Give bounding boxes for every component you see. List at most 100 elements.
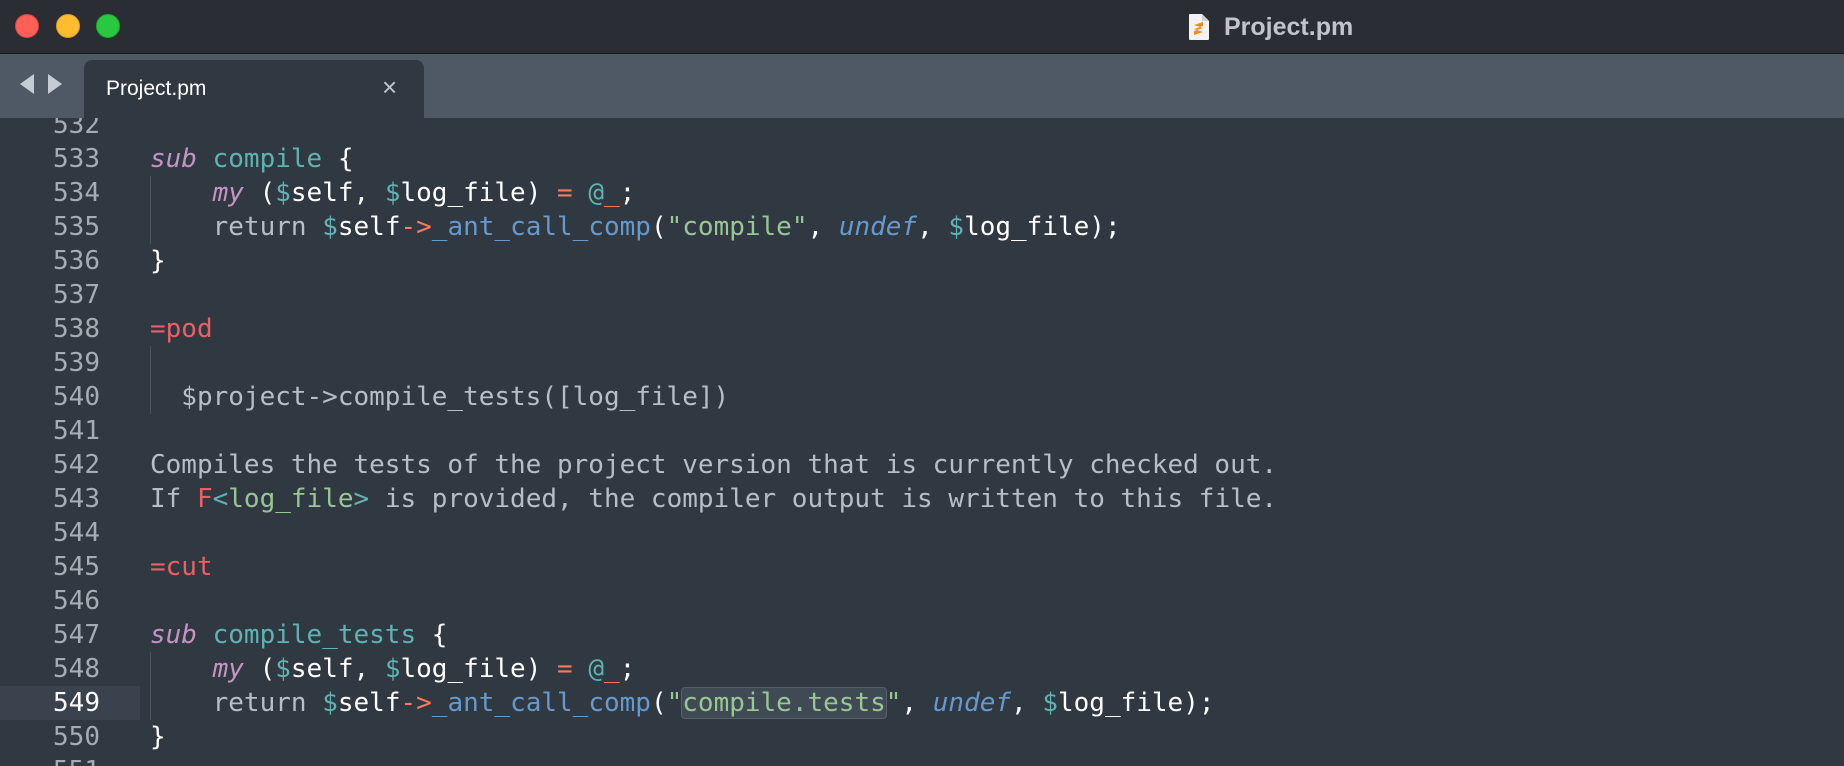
line-number: 542 — [53, 450, 100, 480]
close-window-button[interactable] — [15, 14, 39, 38]
close-tab-icon[interactable]: × — [382, 74, 397, 100]
code-line[interactable]: 547 sub compile_tests { — [0, 618, 1844, 652]
code-text: return $self->_ant_call_comp("compile", … — [150, 210, 1121, 244]
code-token: log_file) — [400, 178, 558, 208]
code-token: compile — [212, 144, 323, 174]
code-line[interactable]: 544 — [0, 516, 1844, 550]
code-line[interactable]: 541 — [0, 414, 1844, 448]
code-line[interactable]: 549 return $self->_ant_call_comp("compil… — [0, 686, 1844, 720]
line-number: 549 — [53, 688, 100, 718]
code-line[interactable]: 540 $project->compile_tests([log_file]) — [0, 380, 1844, 414]
code-token: my — [212, 178, 244, 208]
code-text: my ($self, $log_file) = @_; — [150, 652, 636, 686]
code-token: ( — [243, 178, 276, 208]
code-token: > — [353, 484, 370, 514]
code-token: { — [416, 620, 448, 650]
code-token: compile_tests — [212, 620, 417, 650]
code-token: log_file) — [400, 654, 558, 684]
code-token: " — [885, 688, 902, 718]
minimize-window-button[interactable] — [56, 14, 80, 38]
line-number: 546 — [53, 586, 100, 616]
code-token: log_file); — [964, 212, 1121, 242]
code-token: = — [557, 654, 573, 684]
code-line[interactable]: 534 my ($self, $log_file) = @_; — [0, 176, 1844, 210]
code-line[interactable]: 537 — [0, 278, 1844, 312]
line-number: 545 — [53, 552, 100, 582]
title-bar: Project.pm — [0, 0, 1844, 54]
search-match-highlight: compile.tests — [681, 687, 887, 719]
code-token: ( — [243, 654, 276, 684]
tab-label: Project.pm — [106, 77, 207, 100]
code-token: ( — [650, 688, 667, 718]
code-token: self — [337, 212, 401, 242]
line-number: 550 — [53, 722, 100, 752]
code-token: F — [196, 484, 213, 514]
code-token: sub — [150, 144, 197, 174]
code-token: { — [322, 144, 354, 174]
window-title: Project.pm — [1188, 0, 1353, 54]
code-line[interactable]: 550} — [0, 720, 1844, 754]
tab-bar: Project.pm × — [0, 54, 1844, 118]
code-token: $ — [948, 212, 965, 242]
code-token: , — [917, 212, 949, 242]
code-token: undef — [932, 688, 1012, 718]
line-number: 532 — [53, 118, 100, 140]
code-token: " — [666, 688, 683, 718]
code-token: return — [212, 688, 307, 718]
back-arrow-icon[interactable] — [20, 74, 34, 94]
code-text: Compiles the tests of the project versio… — [150, 448, 1277, 482]
code-token: my — [212, 654, 244, 684]
code-token: ; — [619, 178, 636, 208]
line-number: 538 — [53, 314, 100, 344]
code-line[interactable]: 532 — [0, 118, 1844, 142]
code-token: } — [150, 722, 166, 752]
code-text: If F<log_file> is provided, the compiler… — [150, 482, 1277, 516]
line-number: 540 — [53, 382, 100, 412]
code-text: return $self->_ant_call_comp("compile.te… — [150, 686, 1215, 720]
code-token: @ — [588, 178, 604, 208]
code-token: log_file — [228, 484, 354, 514]
code-line[interactable]: 538 =pod — [0, 312, 1844, 346]
code-token: _ant_call_comp — [431, 212, 651, 242]
code-token: $ — [322, 688, 338, 718]
code-text: } — [150, 244, 166, 278]
code-line[interactable]: 542 Compiles the tests of the project ver… — [0, 448, 1844, 482]
forward-arrow-icon[interactable] — [48, 74, 62, 94]
code-line[interactable]: 551 — [0, 754, 1844, 766]
zoom-window-button[interactable] — [96, 14, 120, 38]
line-number: 535 — [53, 212, 100, 242]
code-token: < — [212, 484, 229, 514]
code-line[interactable]: 548 my ($self, $log_file) = @_; — [0, 652, 1844, 686]
line-number: 547 — [53, 620, 100, 650]
code-line[interactable]: 539 — [0, 346, 1844, 380]
line-number: 543 — [53, 484, 100, 514]
code-line[interactable]: 535 return $self->_ant_call_comp("compil… — [0, 210, 1844, 244]
code-token: return — [212, 212, 307, 242]
code-token: sub — [150, 620, 197, 650]
line-number: 551 — [0, 754, 100, 766]
code-token: $ — [275, 178, 291, 208]
tab-project-pm[interactable]: Project.pm × — [84, 60, 424, 118]
code-token: , — [807, 212, 839, 242]
code-line[interactable]: 543 If F<log_file> is provided, the compi… — [0, 482, 1844, 516]
code-token: $ — [384, 654, 401, 684]
code-text: sub compile_tests { — [150, 618, 447, 652]
code-token: _ — [604, 178, 620, 208]
code-token: $project->compile_tests([log_file]) — [150, 382, 730, 412]
code-line[interactable]: 545 =cut — [0, 550, 1844, 584]
line-number: 539 — [53, 348, 100, 378]
code-token: log_file); — [1057, 688, 1215, 718]
code-line[interactable]: 533 sub compile { — [0, 142, 1844, 176]
code-editor[interactable]: 532 533 sub compile {534 my ($self, $log_f… — [0, 118, 1844, 766]
code-line[interactable]: 546 — [0, 584, 1844, 618]
line-number: 533 — [53, 144, 100, 174]
code-token: =cut — [150, 552, 213, 582]
code-line[interactable]: 536} — [0, 244, 1844, 278]
sublime-file-icon — [1189, 14, 1209, 40]
code-token: @ — [588, 654, 604, 684]
